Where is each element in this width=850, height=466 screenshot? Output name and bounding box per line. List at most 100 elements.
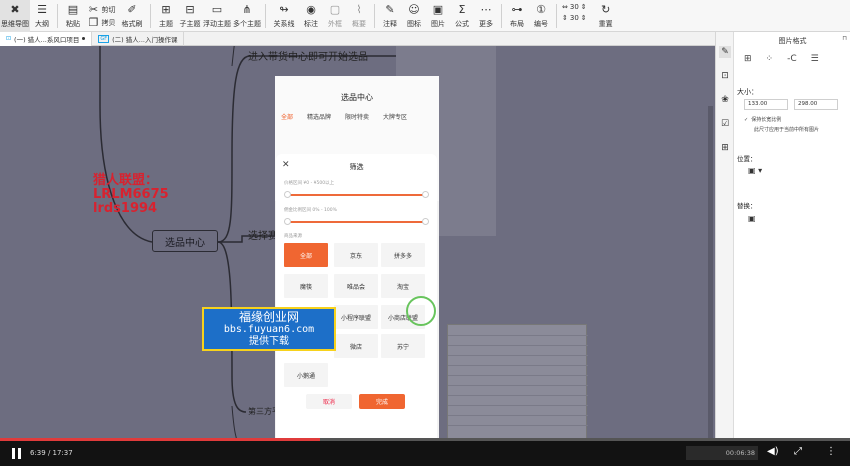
style-icon[interactable]: ❀ [719, 94, 731, 106]
chip-taobao[interactable]: 淘宝 [381, 274, 425, 298]
cancel-button[interactable]: 取消 [306, 394, 352, 409]
icons-button[interactable]: ☺ 图标 [402, 0, 426, 32]
background-table [447, 324, 588, 439]
layout-button[interactable]: ⊶ 布局 [505, 0, 529, 32]
reset-button[interactable]: ↻ 重置 [591, 0, 621, 32]
more-button[interactable]: ⋯ 更多 [474, 0, 498, 32]
note-button[interactable]: ✎ 注释 [378, 0, 402, 32]
done-button[interactable]: 完成 [359, 394, 405, 409]
watermark-banner: 福缘创业网 bbs.fuyuan6.com 提供下载 [202, 307, 336, 351]
unsaved-dot-icon [82, 37, 86, 40]
commission-slider[interactable] [288, 221, 426, 223]
summary-button[interactable]: ⌇ 概要 [347, 0, 371, 32]
relation-line-button[interactable]: ↬ 关系线 [269, 0, 299, 32]
toolbar-divider [57, 4, 58, 28]
chip-xiaoetong[interactable]: 小鹅通 [284, 363, 328, 387]
slider-knob[interactable] [284, 218, 291, 225]
side-icon-strip: ✎ ⊡ ❀ ☑ ⊞ [715, 32, 733, 441]
toolbar: ✖ 思维导图 ☰ 大纲 ▤ 粘贴 ✂ 剪切 ❐ 拷贝 ✐ 格式刷 ⊞ 主题 ⊟ 子主题 ▭ 浮动主… [0, 0, 850, 32]
chip-vip[interactable]: 魔筷 [284, 274, 328, 298]
fullscreen-icon[interactable]: ⤢ [794, 446, 802, 457]
position-image-icon[interactable]: ▣ ▾ [748, 166, 762, 175]
toolbar-divider [265, 4, 266, 28]
format-brush-icon: ✐ [127, 3, 137, 16]
chip-miniprogram[interactable]: 小程序联盟 [334, 305, 378, 329]
copy-button[interactable]: ❐ 拷贝 [87, 16, 116, 29]
floating-topic-button[interactable]: ▭ 浮动主题 [202, 0, 232, 32]
mindmap-icon: ✖ [10, 3, 20, 16]
keep-ratio-checkbox[interactable]: ✓ 保持长宽比例 [744, 116, 781, 124]
width-input[interactable]: 133.00 [744, 99, 788, 110]
spacing-horizontal[interactable]: ⇔ 30 ⇕ [562, 3, 587, 11]
subtopic-button[interactable]: ⊟ 子主题 [178, 0, 202, 32]
task-icon[interactable]: ☑ [719, 118, 731, 130]
chip-vip2[interactable]: 唯品会 [334, 274, 378, 298]
multi-topic-icon: ⋔ [242, 3, 252, 16]
paste-button[interactable]: ▤ 粘贴 [61, 0, 85, 32]
chip-all[interactable]: 全部 [284, 243, 328, 267]
table-row [448, 385, 588, 386]
branch-topic[interactable]: 进入带货中心即可开始选品 [248, 48, 368, 63]
grid-icon[interactable]: ⁘ [766, 54, 774, 64]
tab-document-2[interactable]: GF (二) 猎人...入门操作课 [92, 31, 185, 46]
chip-jd[interactable]: 京东 [334, 243, 378, 267]
spacing-vertical[interactable]: ⇕ 30 ⇕ [562, 14, 587, 22]
multi-topic-button[interactable]: ⋔ 多个主题 [232, 0, 262, 32]
video-timestamp: 00:06:38 [686, 446, 758, 460]
chip-pdd[interactable]: 拼多多 [381, 243, 425, 267]
apply-all-option[interactable]: 此尺寸应用于当前中所有图片 [754, 126, 819, 133]
outline-button[interactable]: ☰ 大纲 [30, 0, 54, 32]
cut-button[interactable]: ✂ 剪切 [87, 3, 116, 17]
numbering-button[interactable]: ① 编号 [529, 0, 553, 32]
topic-button[interactable]: ⊞ 主题 [154, 0, 178, 32]
price-label: 价格区间 ¥0 - ¥500以上 [284, 181, 335, 186]
format-brush-button[interactable]: ✐ 格式刷 [117, 0, 147, 32]
formula-icon: Σ [458, 3, 466, 16]
pause-icon[interactable] [12, 448, 22, 459]
replace-label: 替换： [737, 202, 757, 210]
insert-icon[interactable]: ⊡ [719, 70, 731, 82]
price-slider[interactable] [288, 194, 426, 196]
mindmap-canvas[interactable]: 选品中心 进入带货中心即可开始选品 选择赛 第三方平 猎人联盟： LRLM667… [0, 46, 715, 441]
slider-knob[interactable] [422, 218, 429, 225]
slider-knob[interactable] [284, 191, 291, 198]
central-topic[interactable]: 选品中心 [152, 230, 218, 252]
canvas-scrollbar[interactable] [708, 106, 713, 441]
table-row [448, 355, 588, 356]
video-time: 6:39 / 17:37 [30, 449, 73, 457]
stepper-icon: ⇕ [580, 14, 587, 22]
slider-knob[interactable] [422, 191, 429, 198]
document-icon: ⊡ [6, 35, 12, 42]
tab-document-1[interactable]: ⊡ (一) 猎人...系风口项目 [0, 31, 93, 46]
mindmap-button[interactable]: ✖ 思维导图 [0, 0, 30, 32]
image-format-panel: 图片格式 ⊓ ⊞ ⁘ -C ☰ 大小： 133.00 298.00 ✓ 保持长宽… [733, 32, 850, 441]
volume-icon[interactable]: ◀) [767, 446, 779, 457]
formula-button[interactable]: Σ 公式 [450, 0, 474, 32]
crop-icon[interactable]: -C [787, 54, 797, 64]
align-icon[interactable]: ⊞ [744, 54, 752, 64]
pin-icon[interactable]: ⊓ [842, 35, 847, 42]
stepper-icon: ⇕ [580, 3, 587, 11]
outline-icon: ☰ [37, 3, 47, 16]
callout-button[interactable]: ◉ 标注 [299, 0, 323, 32]
format-panel-icon[interactable]: ✎ [719, 46, 731, 58]
cut-copy-group: ✂ 剪切 ❐ 拷贝 [85, 0, 117, 32]
list-icon[interactable]: ☰ [811, 54, 819, 64]
replace-image-icon[interactable]: ▣ [748, 214, 756, 223]
spacing-v-icon: ⇕ [562, 14, 568, 22]
branch-topic[interactable]: 选择赛 [248, 227, 278, 242]
table-row [448, 375, 588, 376]
floating-topic-icon: ▭ [211, 3, 223, 16]
chip-suning[interactable]: 苏宁 [381, 334, 425, 358]
table-row [448, 345, 588, 346]
tab-badge: GF [98, 34, 110, 43]
panel-toolbar: ⊞ ⁘ -C ☰ [744, 54, 819, 64]
image-icon: ▣ [432, 3, 444, 16]
export-icon[interactable]: ⊞ [719, 142, 731, 154]
height-input[interactable]: 298.00 [794, 99, 838, 110]
boundary-button[interactable]: ▢ 外框 [323, 0, 347, 32]
chip-weidian[interactable]: 微店 [334, 334, 378, 358]
more-options-icon[interactable]: ⋮ [826, 446, 836, 457]
app-window: ✖ 思维导图 ☰ 大纲 ▤ 粘贴 ✂ 剪切 ❐ 拷贝 ✐ 格式刷 ⊞ 主题 ⊟ 子主题 ▭ 浮动主… [0, 0, 850, 466]
image-button[interactable]: ▣ 图片 [426, 0, 450, 32]
